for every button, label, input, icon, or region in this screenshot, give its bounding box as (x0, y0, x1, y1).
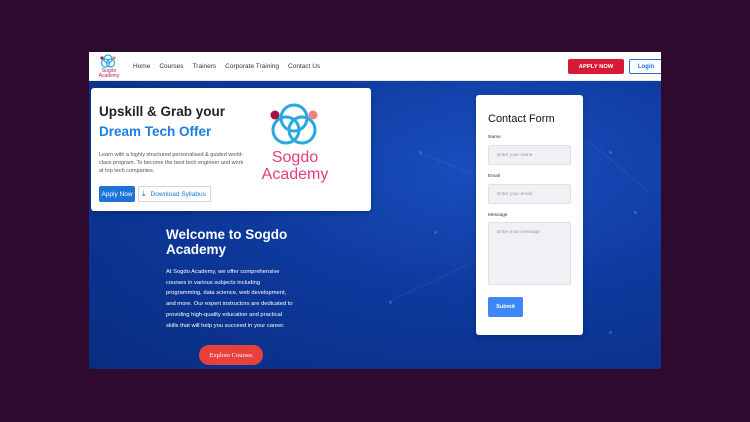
brand-name-line2: Academy (261, 166, 329, 183)
background-dot (634, 211, 637, 214)
contact-form-title: Contact Form (488, 113, 555, 125)
nav-courses[interactable]: Courses (159, 63, 183, 70)
navbar: Sogdo Academy Home Courses Trainers Corp… (89, 52, 661, 81)
download-icon: ⤓ (142, 189, 146, 198)
hero-apply-button[interactable]: Apply Now (99, 186, 135, 202)
explore-courses-button[interactable]: Explore Courses (199, 345, 263, 365)
welcome-text: At Sogdo Academy, we offer comprehensive… (166, 269, 293, 329)
site-logo[interactable]: Sogdo Academy (94, 54, 122, 80)
submit-button[interactable]: Submit (488, 297, 523, 317)
name-field[interactable]: Enter your name (488, 145, 571, 165)
email-field[interactable]: Enter your email (488, 184, 571, 204)
hero-heading-line2: Dream Tech Offer (99, 124, 212, 139)
hero-card: Upskill & Grab your Dream Tech Offer Lea… (91, 88, 371, 211)
hero-description: Learn with a highly structured personali… (99, 152, 244, 174)
welcome-title: Welcome to Sogdo Academy (166, 227, 288, 257)
download-syllabus-label: Download Syllabus (150, 190, 206, 198)
background-line (588, 141, 651, 194)
logo-knot-icon (270, 103, 318, 145)
contact-form: Contact Form Name Enter your name Email … (476, 95, 583, 335)
email-label: Email (488, 174, 500, 179)
background-dot (434, 231, 437, 234)
background-dot (609, 331, 612, 334)
logo-text-line2: Academy (98, 73, 120, 79)
nav-home[interactable]: Home (133, 63, 150, 70)
download-syllabus-button[interactable]: ⤓ Download Syllabus (138, 186, 211, 202)
hero-heading-line1: Upskill & Grab your (99, 104, 226, 119)
background-dot (609, 151, 612, 154)
apply-now-button[interactable]: APPLY NOW (568, 59, 624, 74)
nav-trainers[interactable]: Trainers (193, 63, 217, 70)
brand-logo: Sogdo Academy (249, 96, 339, 186)
login-button[interactable]: Login (629, 59, 661, 74)
brand-name-line1: Sogdo (271, 149, 319, 166)
name-label: Name (488, 135, 501, 140)
nav-corporate-training[interactable]: Corporate Training (225, 63, 279, 70)
browser-viewport: Sogdo Academy Home Courses Trainers Corp… (89, 52, 661, 369)
message-field[interactable]: Enter your message (488, 222, 571, 285)
nav-links: Home Courses Trainers Corporate Training… (133, 52, 320, 81)
message-label: Message (488, 213, 508, 218)
hero-section: Upskill & Grab your Dream Tech Offer Lea… (89, 81, 661, 369)
nav-contact-us[interactable]: Contact Us (288, 63, 320, 70)
